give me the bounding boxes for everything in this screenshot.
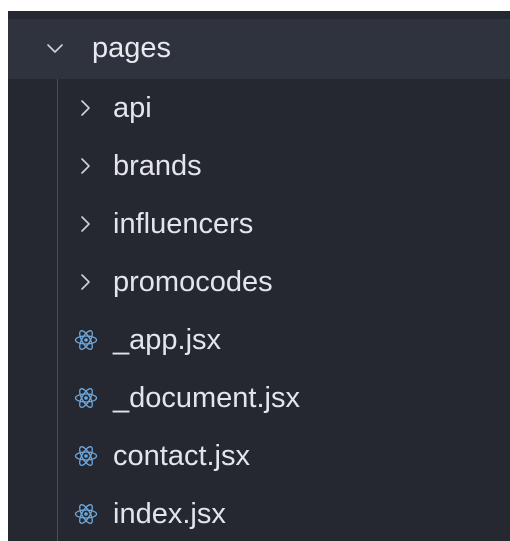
chevron-right-icon[interactable] [78, 273, 92, 291]
chevron-right-icon[interactable] [78, 99, 92, 117]
react-icon [74, 330, 98, 350]
tree-item-file-contact[interactable]: contact.jsx [8, 427, 510, 485]
tree-item-label: contact.jsx [113, 440, 250, 472]
tree-item-folder-influencers[interactable]: influencers [8, 195, 510, 253]
react-icon [74, 504, 98, 524]
chevron-right-icon[interactable] [78, 157, 92, 175]
tree-item-label: _document.jsx [113, 382, 300, 414]
react-icon [74, 388, 98, 408]
tree-item-file-document[interactable]: _document.jsx [8, 369, 510, 427]
tree-item-label: promocodes [113, 266, 273, 298]
tree-item-label: index.jsx [113, 498, 226, 530]
chevron-down-icon[interactable] [46, 40, 64, 58]
folder-pages[interactable]: pages [8, 19, 510, 79]
tree-item-folder-promocodes[interactable]: promocodes [8, 253, 510, 311]
tree-item-folder-api[interactable]: api [8, 79, 510, 137]
file-explorer: pages api brands influencers promocodes [8, 11, 510, 541]
react-icon [74, 446, 98, 466]
tree-item-label: influencers [113, 208, 254, 240]
tree-item-folder-brands[interactable]: brands [8, 137, 510, 195]
chevron-right-icon[interactable] [78, 215, 92, 233]
tree-item-label: api [113, 92, 152, 124]
tree-item-label: brands [113, 150, 202, 182]
tree-item-label: _app.jsx [113, 324, 222, 356]
tree-item-file-index[interactable]: index.jsx [8, 485, 510, 541]
folder-label: pages [92, 32, 172, 64]
tree-item-file-app[interactable]: _app.jsx [8, 311, 510, 369]
